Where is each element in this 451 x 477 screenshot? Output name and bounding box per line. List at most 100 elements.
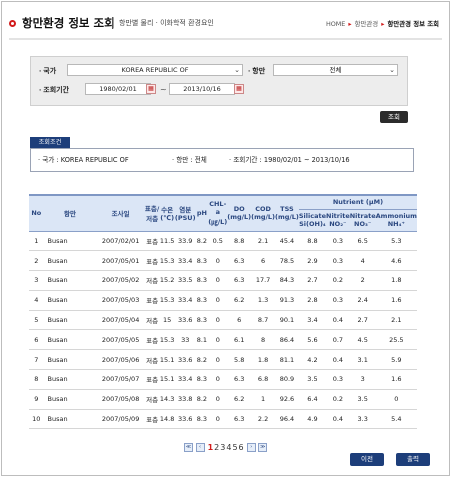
table-cell: 1.6 [375, 369, 417, 390]
page-number-5[interactable]: 5 [232, 443, 237, 452]
table-cell: 33.5 [174, 270, 196, 291]
table-cell: 5.9 [375, 349, 417, 371]
table-row[interactable]: 6 Busan 2007/05/05 표층 15.3 33 8.1 0 6.1 8 86.4 5.6 0… [29, 329, 417, 351]
table-cell: Busan [43, 409, 97, 430]
table-row[interactable]: 9 Busan 2007/05/08 저층 14.3 33.8 8.2 0 6.2 1 92.6 6.… [29, 389, 417, 410]
table-cell: 0.3 [326, 290, 350, 311]
page-number-6[interactable]: 6 [239, 443, 244, 452]
col-silicate: Silicate Si(OH)₄ [298, 209, 326, 232]
table-cell: 4.6 [375, 250, 417, 272]
country-select[interactable]: KOREA REPUBLIC OF ⌄ [67, 64, 243, 76]
table-cell: 3.3 [349, 409, 376, 430]
table-cell: 4 [349, 250, 376, 272]
table-cell: 78.5 [275, 250, 299, 272]
table-cell: 2007/05/07 [96, 369, 145, 390]
table-cell: 2.2 [251, 409, 275, 430]
table-cell: 0.5 [208, 231, 228, 252]
table-row[interactable]: 2 Busan 2007/05/01 표층 15.3 33.4 8.3 0 6.3 6 78.5 2.… [29, 250, 417, 272]
table-cell: 2.9 [298, 250, 326, 272]
table-cell: 91.3 [275, 290, 299, 311]
port-select[interactable]: 전체 ⌄ [273, 64, 398, 76]
table-cell: 8 [29, 369, 44, 390]
table-cell: 8.2 [195, 389, 209, 410]
table-cell: Busan [43, 389, 97, 410]
table-cell: 2007/05/04 [96, 310, 145, 331]
col-salinity: 염분 (PSU) [174, 195, 196, 232]
table-cell: 1.8 [251, 349, 275, 371]
page-number-2[interactable]: 2 [214, 443, 219, 452]
breadcrumb-home[interactable]: HOME [326, 20, 345, 28]
table-cell: 8.2 [195, 349, 209, 371]
col-ammonium: Ammonium NH₄⁺ [375, 209, 417, 232]
col-layer: 표층/저층 [144, 195, 160, 232]
next-page-button[interactable]: › [246, 443, 256, 452]
table-cell: 3 [29, 270, 44, 291]
breadcrumb-arrow-icon: ▸ [348, 20, 352, 28]
col-do: DO (mg/L) [227, 195, 252, 232]
page-header: 항만환경 정보 조회 항만별 물리 · 이화학적 환경요인 HOME ▸ 항만관… [9, 13, 442, 37]
page-number-3[interactable]: 3 [220, 443, 225, 452]
date-from-input[interactable]: 1980/02/01 [85, 83, 151, 95]
chevron-down-icon: ⌄ [389, 66, 395, 74]
calendar-icon[interactable]: ▦ [146, 84, 156, 94]
breadcrumb-section[interactable]: 항만관경 [355, 20, 379, 28]
table-cell: Busan [43, 349, 97, 371]
table-cell: 81.1 [275, 349, 299, 371]
table-cell: 6.3 [227, 250, 252, 272]
table-cell: 4.2 [298, 349, 326, 371]
search-button[interactable]: 조회 [380, 111, 408, 123]
table-cell: 0 [208, 310, 228, 331]
table-cell: 3.5 [349, 389, 376, 410]
date-to-input[interactable]: 2013/10/16 [169, 83, 235, 95]
table-row[interactable]: 7 Busan 2007/05/06 저층 15.1 33.6 8.2 0 5.8 1.8 81.1… [29, 349, 417, 371]
table-cell: 표층 [144, 329, 160, 351]
table-cell: 33.6 [174, 310, 196, 331]
calendar-icon[interactable]: ▦ [234, 84, 244, 94]
table-cell: 표층 [144, 250, 160, 272]
table-cell: 33.8 [174, 389, 196, 410]
table-cell: 0.4 [326, 310, 350, 331]
table-row[interactable]: 4 Busan 2007/05/03 표층 15.3 33.4 8.3 0 6.2 1.3 91.3… [29, 290, 417, 311]
table-cell: 0 [208, 250, 228, 272]
table-cell: 2 [29, 250, 44, 272]
table-cell: 15.2 [159, 270, 175, 291]
table-cell: 33.4 [174, 250, 196, 272]
print-button[interactable]: 출력 [396, 453, 430, 466]
table-cell: 1.6 [375, 290, 417, 311]
table-row[interactable]: 5 Busan 2007/05/04 저층 15 33.6 8.3 0 6 8.7 90.1 3.4 0… [29, 310, 417, 331]
table-row[interactable]: 1 Busan 2007/02/01 표층 11.5 33.9 8.2 0.5 8.8 2.1 45… [29, 231, 417, 252]
table-cell: 1.8 [375, 270, 417, 291]
table-cell: 0.3 [326, 231, 350, 252]
col-no: No [29, 195, 44, 232]
table-cell: 0.3 [326, 250, 350, 272]
table-row[interactable]: 3 Busan 2007/05/02 저층 15.2 33.5 8.3 0 6.3 17.7 84.… [29, 270, 417, 291]
table-cell: 8.1 [195, 329, 209, 351]
col-nitrite: Nitrite NO₂⁻ [326, 209, 350, 232]
table-cell: 8.3 [195, 250, 209, 272]
first-page-button[interactable]: ≪ [184, 443, 193, 452]
table-cell: Busan [43, 231, 97, 252]
table-cell: 8.3 [195, 270, 209, 291]
last-page-button[interactable]: ≫ [258, 443, 268, 452]
table-cell: 2 [349, 270, 376, 291]
table-cell: 84.3 [275, 270, 299, 291]
prev-page-button[interactable]: ‹ [195, 443, 205, 452]
table-cell: 0 [208, 349, 228, 371]
period-label: · 조회기간 [39, 86, 70, 94]
table-cell: 11.5 [159, 231, 175, 252]
col-port: 항만 [43, 195, 97, 232]
table-cell: 3.5 [298, 369, 326, 390]
page-number-4[interactable]: 4 [226, 443, 231, 452]
table-cell: 15.3 [159, 290, 175, 311]
table-cell: 15 [159, 310, 175, 331]
page-subtitle: 항만별 물리 · 이화학적 환경요인 [119, 19, 214, 27]
table-row[interactable]: 8 Busan 2007/05/07 표층 15.1 33.4 8.3 0 6.3 6.8 80.9… [29, 369, 417, 390]
table-cell: 33 [174, 329, 196, 351]
table-cell: 6.5 [349, 231, 376, 252]
table-cell: 저층 [144, 310, 160, 331]
prev-button[interactable]: 이전 [350, 453, 384, 466]
table-row[interactable]: 10 Busan 2007/05/09 표층 14.8 33.6 8.3 0 6.3 2.2 96.… [29, 409, 417, 430]
page-number-1[interactable]: 1 [208, 443, 214, 452]
condition-period: · 조회기간 : 1980/02/01 ~ 2013/10/16 [229, 156, 350, 164]
table-cell: 33.4 [174, 290, 196, 311]
